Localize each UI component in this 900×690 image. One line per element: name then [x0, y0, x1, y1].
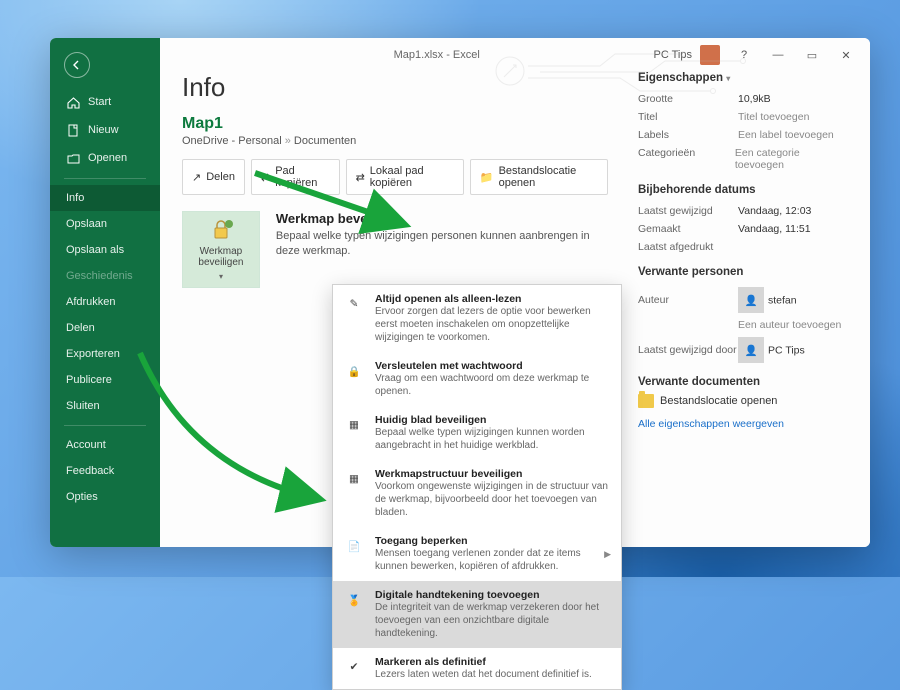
protect-heading: Werkmap beveiligen	[276, 211, 608, 226]
nav-exporteren[interactable]: Exporteren	[50, 341, 160, 367]
nav-sluiten[interactable]: Sluiten	[50, 393, 160, 419]
nav-openen[interactable]: Openen	[50, 144, 160, 172]
menu-item-icon: ✔	[343, 656, 365, 678]
minimize-button[interactable]: —	[762, 42, 794, 68]
nav-info[interactable]: Info	[50, 185, 160, 211]
nav-nieuw[interactable]: Nieuw	[50, 116, 160, 144]
open-file-location[interactable]: Bestandslocatie openen	[638, 394, 848, 408]
page-title: Info	[182, 72, 608, 103]
titlebar: Map1.xlsx - Excel PC Tips ? — ▭ ✕	[160, 38, 870, 72]
author-name: stefan	[768, 295, 797, 307]
related-docs-heading: Verwante documenten	[638, 376, 848, 388]
account-avatar[interactable]	[700, 45, 720, 65]
lokaal-pad-kopiëren-button[interactable]: ⇄Lokaal pad kopiëren	[346, 159, 464, 195]
nav-opslaan[interactable]: Opslaan	[50, 211, 160, 237]
nav-account[interactable]: Account	[50, 432, 160, 458]
account-name[interactable]: PC Tips	[653, 49, 692, 61]
nav-feedback[interactable]: Feedback	[50, 458, 160, 484]
folder-icon	[638, 394, 654, 408]
help-icon[interactable]: ?	[728, 42, 760, 68]
main-panel: Map1.xlsx - Excel PC Tips ? — ▭ ✕ Info M…	[160, 38, 870, 547]
menu-digitale-handtekening-toevoegen[interactable]: 🏅Digitale handtekening toevoegenDe integ…	[333, 581, 621, 648]
excel-backstage-window: StartNieuwOpenen InfoOpslaanOpslaan alsG…	[50, 38, 870, 547]
prop-categorieën[interactable]: Een categorie toevoegen	[735, 147, 848, 171]
menu-item-icon: ✎	[343, 293, 365, 315]
menu-item-icon: 🏅	[343, 589, 365, 611]
nav-start[interactable]: Start	[50, 88, 160, 116]
menu-altijd-openen-als-alleen-lezen[interactable]: ✎Altijd openen als alleen-lezenErvoor zo…	[333, 285, 621, 352]
breadcrumb[interactable]: OneDrive - Personal » Documenten	[182, 135, 608, 147]
protect-workbook-button[interactable]: Werkmap beveiligen ▾	[182, 211, 260, 288]
person-icon: 👤	[738, 337, 764, 363]
related-persons-heading: Verwante personen	[638, 266, 848, 278]
prop-labels[interactable]: Een label toevoegen	[738, 129, 834, 141]
menu-markeren-als-definitief[interactable]: ✔Markeren als definitiefLezers laten wet…	[333, 648, 621, 689]
person-icon: 👤	[738, 287, 764, 313]
protect-desc: Bepaal welke typen wijzigingen personen …	[276, 229, 608, 260]
menu-item-icon: ▦	[343, 414, 365, 436]
open-icon	[66, 151, 80, 165]
menu-huidig-blad-beveiligen[interactable]: ▦Huidig blad beveiligenBepaal welke type…	[333, 406, 621, 460]
menu-toegang-beperken[interactable]: 📄Toegang beperkenMensen toegang verlenen…	[333, 527, 621, 581]
backstage-sidebar: StartNieuwOpenen InfoOpslaanOpslaan alsG…	[50, 38, 160, 547]
maximize-button[interactable]: ▭	[796, 42, 828, 68]
new-icon	[66, 123, 80, 137]
related-dates-heading: Bijbehorende datums	[638, 184, 848, 196]
nav-delen[interactable]: Delen	[50, 315, 160, 341]
delen-button[interactable]: ↗Delen	[182, 159, 245, 195]
last-modified-by: PC Tips	[768, 345, 805, 357]
back-button[interactable]	[64, 52, 90, 78]
submenu-arrow-icon: ▶	[604, 549, 611, 560]
nav-geschiedenis[interactable]: Geschiedenis	[50, 263, 160, 289]
pad-kopiëren-button[interactable]: ⇄Pad kopiëren	[251, 159, 340, 195]
menu-item-icon: ▦	[343, 468, 365, 490]
menu-werkmapstructuur-beveiligen[interactable]: ▦Werkmapstructuur beveiligenVoorkom onge…	[333, 460, 621, 527]
window-title: Map1.xlsx - Excel	[220, 49, 653, 61]
properties-heading[interactable]: Eigenschappen ▾	[638, 72, 848, 84]
nav-opties[interactable]: Opties	[50, 484, 160, 510]
prop-grootte: 10,9kB	[738, 93, 771, 105]
home-icon	[66, 95, 80, 109]
add-author[interactable]: Een auteur toevoegen	[738, 319, 841, 331]
show-all-properties[interactable]: Alle eigenschappen weergeven	[638, 418, 848, 430]
nav-opslaan-als[interactable]: Opslaan als	[50, 237, 160, 263]
protect-workbook-menu: ✎Altijd openen als alleen-lezenErvoor zo…	[332, 284, 622, 690]
nav-afdrukken[interactable]: Afdrukken	[50, 289, 160, 315]
prop-titel[interactable]: Titel toevoegen	[738, 111, 809, 123]
bestandslocatie-openen-button[interactable]: 📁Bestandslocatie openen	[470, 159, 608, 195]
document-name: Map1	[182, 115, 608, 133]
nav-publicere[interactable]: Publicere	[50, 367, 160, 393]
menu-item-icon: 📄	[343, 535, 365, 557]
menu-item-icon: 🔒	[343, 360, 365, 382]
close-button[interactable]: ✕	[830, 42, 862, 68]
menu-versleutelen-met-wachtwoord[interactable]: 🔒Versleutelen met wachtwoordVraag om een…	[333, 352, 621, 406]
